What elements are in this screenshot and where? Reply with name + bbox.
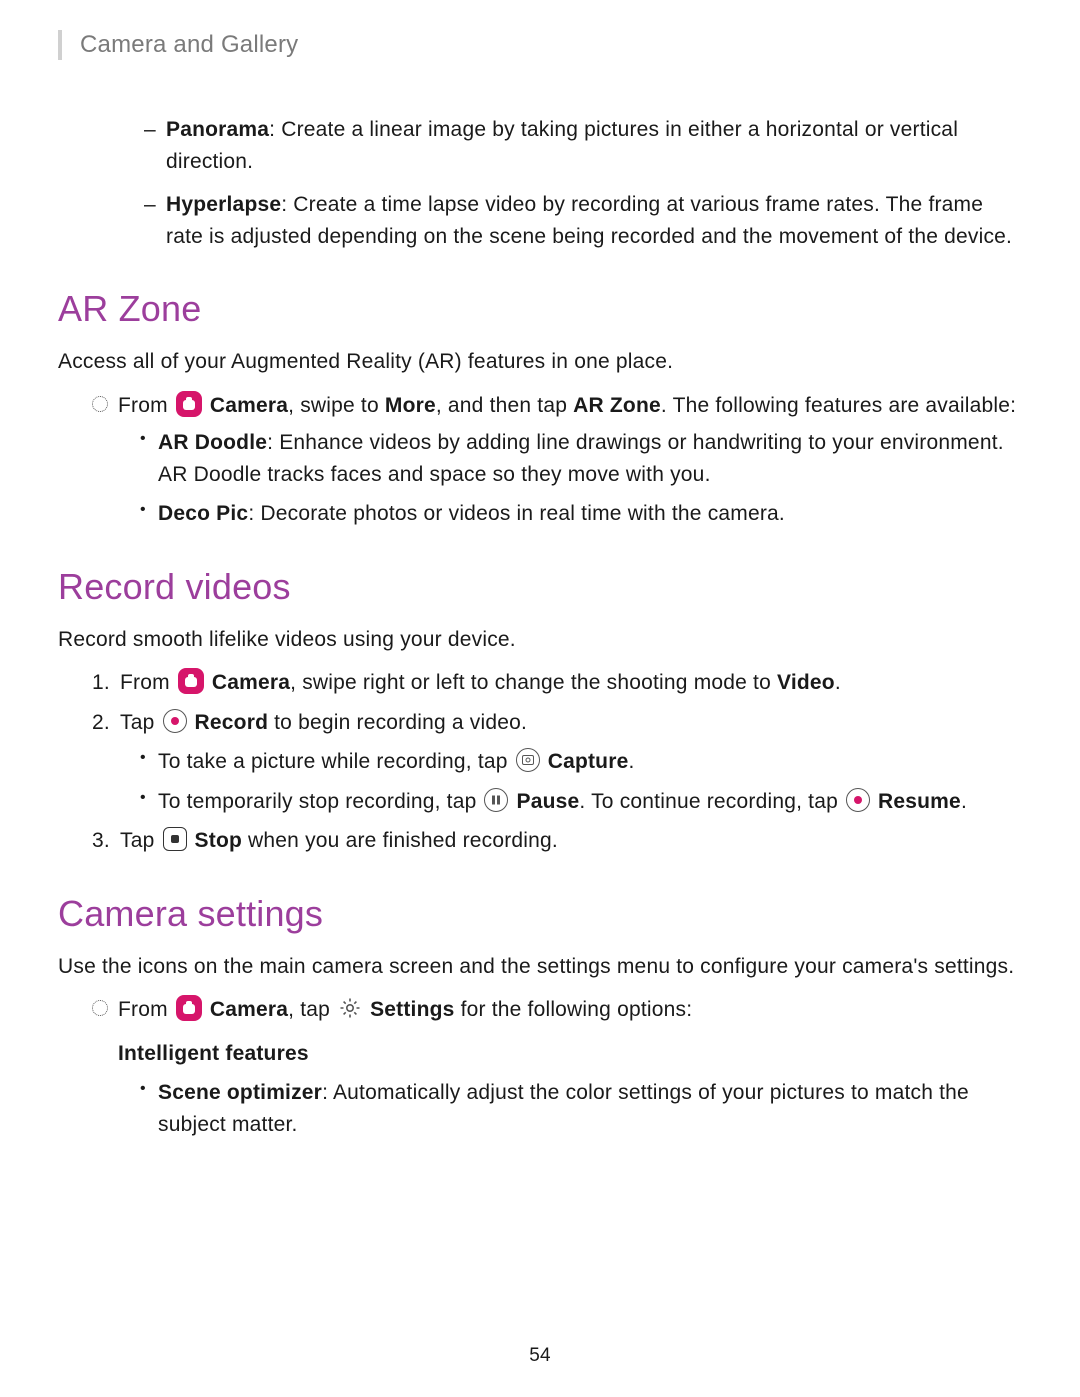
text-fragment: Tap	[120, 829, 161, 852]
resume-icon	[846, 788, 870, 812]
ar-zone-heading: AR Zone	[58, 282, 1022, 336]
ar-doodle-item: AR Doodle: Enhance videos by adding line…	[140, 427, 1022, 490]
ar-zone-step: From Camera, swipe to More, and then tap…	[92, 390, 1022, 422]
ar-doodle-text: : Enhance videos by adding line drawings…	[158, 431, 1004, 486]
record-step-3: 3. Tap Stop when you are finished record…	[96, 825, 1022, 857]
panorama-label: Panorama	[166, 118, 269, 141]
scene-optimizer-item: Scene optimizer: Automatically adjust th…	[140, 1077, 1022, 1140]
camera-label: Camera	[212, 671, 290, 694]
hyperlapse-item: Hyperlapse: Create a time lapse video by…	[144, 189, 1022, 252]
stop-icon	[163, 827, 187, 851]
text-fragment: .	[628, 750, 634, 773]
text-fragment: To temporarily stop recording, tap	[158, 790, 482, 813]
camera-icon	[178, 668, 204, 694]
text-fragment: . To continue recording, tap	[579, 790, 844, 813]
record-icon	[163, 709, 187, 733]
text-fragment: To take a picture while recording, tap	[158, 750, 514, 773]
deco-pic-text: : Decorate photos or videos in real time…	[248, 502, 785, 525]
deco-pic-label: Deco Pic	[158, 502, 248, 525]
text-fragment: From	[118, 998, 174, 1021]
step-number: 3.	[92, 825, 110, 857]
page-container: Camera and Gallery Panorama: Create a li…	[0, 0, 1080, 1397]
mode-dash-list: Panorama: Create a linear image by takin…	[144, 114, 1022, 252]
gear-icon	[338, 996, 362, 1020]
pause-label: Pause	[517, 790, 580, 813]
text-fragment: for the following options:	[455, 998, 693, 1021]
header-title: Camera and Gallery	[80, 31, 298, 59]
text-fragment: From	[120, 671, 176, 694]
intelligent-features-subheading: Intelligent features	[118, 1038, 1022, 1070]
text-fragment: when you are finished recording.	[242, 829, 558, 852]
text-fragment: .	[961, 790, 967, 813]
pause-sub-item: To temporarily stop recording, tap Pause…	[140, 786, 1022, 818]
content-body: Panorama: Create a linear image by takin…	[58, 114, 1022, 1140]
record-label: Record	[195, 711, 269, 734]
ar-doodle-label: AR Doodle	[158, 431, 267, 454]
capture-label: Capture	[548, 750, 629, 773]
camera-icon	[176, 995, 202, 1021]
text-fragment: , tap	[288, 998, 336, 1021]
video-label: Video	[777, 671, 835, 694]
header-accent-bar	[58, 30, 62, 60]
record-videos-intro: Record smooth lifelike videos using your…	[58, 624, 1022, 656]
text-fragment: , swipe to	[288, 394, 385, 417]
record-step-2: 2. Tap Record to begin recording a video…	[96, 707, 1022, 739]
resume-label: Resume	[878, 790, 961, 813]
hyperlapse-label: Hyperlapse	[166, 193, 281, 216]
record-videos-heading: Record videos	[58, 560, 1022, 614]
text-fragment: , swipe right or left to change the shoo…	[290, 671, 777, 694]
panorama-item: Panorama: Create a linear image by takin…	[144, 114, 1022, 177]
pause-icon	[484, 788, 508, 812]
text-fragment: .	[835, 671, 841, 694]
scene-optimizer-label: Scene optimizer	[158, 1081, 322, 1104]
camera-label: Camera	[210, 394, 288, 417]
camera-icon	[176, 391, 202, 417]
text-fragment: . The following features are available:	[661, 394, 1016, 417]
settings-step: From Camera, tap Settings for the follow…	[92, 994, 1022, 1026]
capture-sub-item: To take a picture while recording, tap C…	[140, 746, 1022, 778]
deco-pic-item: Deco Pic: Decorate photos or videos in r…	[140, 498, 1022, 530]
step-number: 1.	[92, 667, 110, 699]
step-number: 2.	[92, 707, 110, 739]
text-fragment: From	[118, 394, 174, 417]
capture-icon	[516, 748, 540, 772]
text-fragment: , and then tap	[436, 394, 573, 417]
hyperlapse-text: : Create a time lapse video by recording…	[166, 193, 1012, 248]
settings-label: Settings	[370, 998, 454, 1021]
stop-label: Stop	[195, 829, 242, 852]
page-number: 54	[529, 1345, 551, 1367]
page-header: Camera and Gallery	[58, 30, 1022, 60]
more-label: More	[385, 394, 436, 417]
ar-zone-intro: Access all of your Augmented Reality (AR…	[58, 346, 1022, 378]
camera-settings-intro: Use the icons on the main camera screen …	[58, 951, 1022, 983]
panorama-text: : Create a linear image by taking pictur…	[166, 118, 958, 173]
text-fragment: to begin recording a video.	[268, 711, 527, 734]
camera-label: Camera	[210, 998, 288, 1021]
record-step-1: 1. From Camera, swipe right or left to c…	[96, 667, 1022, 699]
arzone-label: AR Zone	[573, 394, 661, 417]
camera-settings-heading: Camera settings	[58, 887, 1022, 941]
text-fragment: Tap	[120, 711, 161, 734]
